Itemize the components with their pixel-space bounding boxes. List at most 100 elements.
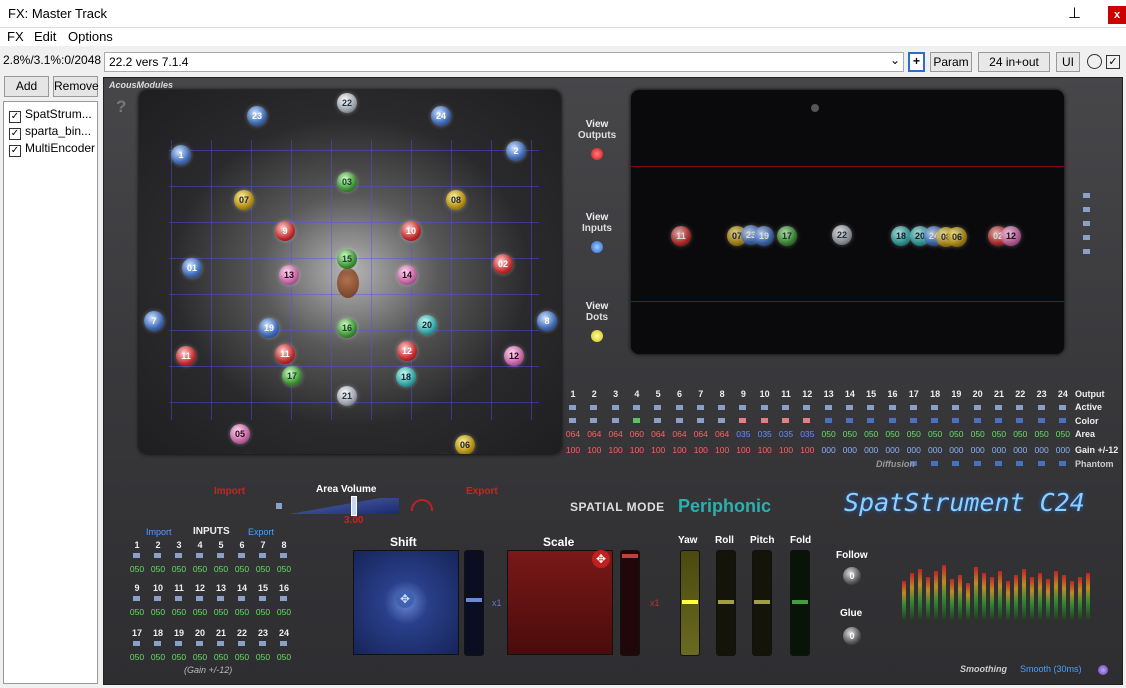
gain-value[interactable]: 100	[627, 445, 647, 455]
speaker-ball[interactable]: 1	[171, 145, 191, 165]
fx-item[interactable]: ✓ sparta_bin...	[9, 124, 97, 140]
phantom-toggle[interactable]	[1037, 461, 1045, 466]
area-value[interactable]: 064	[563, 429, 583, 439]
speaker-ball[interactable]: 17	[282, 366, 302, 386]
color-swatch[interactable]	[888, 418, 896, 423]
import-button[interactable]: Import	[214, 486, 245, 497]
enable-checkbox[interactable]: ✓	[9, 111, 21, 123]
color-swatch[interactable]	[909, 418, 917, 423]
area-value[interactable]: 050	[1053, 429, 1073, 439]
input-active-toggle[interactable]	[280, 641, 287, 646]
color-swatch[interactable]	[931, 418, 939, 423]
speaker-ball[interactable]: 22	[337, 93, 357, 113]
gain-value[interactable]: 100	[648, 445, 668, 455]
speaker-ball[interactable]: 16	[337, 318, 357, 338]
input-active-toggle[interactable]	[217, 596, 224, 601]
color-swatch[interactable]	[632, 418, 640, 423]
input-gain-value[interactable]: 050	[274, 564, 294, 574]
input-active-toggle[interactable]	[259, 596, 266, 601]
fx-item[interactable]: ✓ SpatStrum...	[9, 107, 97, 123]
speaker-ball[interactable]: 9	[275, 221, 295, 241]
input-active-toggle[interactable]	[238, 553, 245, 558]
input-active-toggle[interactable]	[196, 553, 203, 558]
active-toggle[interactable]	[760, 405, 768, 410]
input-active-toggle[interactable]	[196, 641, 203, 646]
active-toggle[interactable]	[675, 405, 683, 410]
speaker-ball[interactable]: 06	[947, 227, 967, 247]
speaker-ball[interactable]: 19	[259, 318, 279, 338]
speaker-ball[interactable]: 22	[832, 225, 852, 245]
input-gain-value[interactable]: 050	[169, 607, 189, 617]
yaw-handle[interactable]	[682, 600, 698, 604]
shift-fader[interactable]	[464, 550, 484, 656]
input-active-toggle[interactable]	[196, 596, 203, 601]
area-volume-handle[interactable]	[351, 496, 357, 516]
speaker-ball[interactable]: 21	[337, 386, 357, 406]
area-value[interactable]: 035	[755, 429, 775, 439]
color-swatch[interactable]	[782, 418, 789, 423]
active-toggle[interactable]	[1058, 405, 1066, 410]
add-preset-button[interactable]: +	[908, 52, 925, 72]
area-value[interactable]: 050	[946, 429, 966, 439]
glue-knob[interactable]: 0	[843, 627, 861, 645]
active-toggle[interactable]	[569, 405, 576, 410]
input-gain-value[interactable]: 050	[148, 652, 168, 662]
speaker-ball[interactable]: 07	[234, 190, 254, 210]
speaker-ball[interactable]: 02	[493, 254, 513, 274]
area-value[interactable]: 050	[861, 429, 881, 439]
input-gain-value[interactable]: 050	[190, 607, 210, 617]
color-swatch[interactable]	[569, 418, 576, 423]
speaker-ball[interactable]: 11	[176, 346, 196, 366]
color-swatch[interactable]	[867, 418, 875, 423]
gain-value[interactable]: 100	[691, 445, 711, 455]
side-view-panel[interactable]: 11 07 23 19 17 22 18 20 24 08 06 02 12	[631, 90, 1064, 354]
speaker-ball[interactable]: 7	[144, 311, 164, 331]
speaker-ball[interactable]: 14	[397, 265, 417, 285]
input-active-toggle[interactable]	[238, 596, 245, 601]
input-gain-value[interactable]: 050	[253, 564, 273, 574]
active-toggle[interactable]	[590, 405, 598, 410]
active-toggle[interactable]	[845, 405, 853, 410]
input-active-toggle[interactable]	[154, 596, 161, 601]
phantom-toggle[interactable]	[995, 461, 1002, 466]
input-active-toggle[interactable]	[280, 553, 287, 558]
active-toggle[interactable]	[1016, 405, 1024, 410]
input-gain-value[interactable]: 050	[232, 607, 252, 617]
bypass-checkbox[interactable]: ✓	[1106, 55, 1120, 69]
gain-value[interactable]: 100	[563, 445, 583, 455]
close-button[interactable]: x	[1108, 6, 1126, 24]
active-toggle[interactable]	[611, 405, 619, 410]
gain-value[interactable]: 000	[1053, 445, 1073, 455]
gain-value[interactable]: 100	[584, 445, 604, 455]
active-toggle[interactable]	[973, 405, 981, 410]
input-active-toggle[interactable]	[154, 641, 161, 646]
color-swatch[interactable]	[590, 418, 598, 423]
input-gain-value[interactable]: 050	[127, 564, 147, 574]
gain-value[interactable]: 000	[883, 445, 903, 455]
input-gain-value[interactable]: 050	[253, 607, 273, 617]
phantom-toggle[interactable]	[1016, 461, 1024, 466]
area-value[interactable]: 064	[606, 429, 626, 439]
gain-value[interactable]: 000	[946, 445, 966, 455]
fx-item[interactable]: ✓ MultiEncoder	[9, 141, 97, 157]
speaker-ball[interactable]: 8	[537, 311, 557, 331]
scale-fader-handle[interactable]	[622, 554, 638, 558]
gain-value[interactable]: 100	[755, 445, 775, 455]
active-toggle[interactable]	[888, 405, 896, 410]
color-swatch[interactable]	[611, 418, 619, 423]
smoothing-value[interactable]: Smooth (30ms)	[1020, 664, 1082, 674]
gain-value[interactable]: 000	[1010, 445, 1030, 455]
area-value[interactable]: 064	[712, 429, 732, 439]
enable-checkbox[interactable]: ✓	[9, 145, 21, 157]
color-swatch[interactable]	[952, 418, 960, 423]
input-gain-value[interactable]: 050	[190, 564, 210, 574]
speaker-ball[interactable]: 01	[182, 258, 202, 278]
menu-fx[interactable]: FX	[7, 29, 24, 44]
active-toggle[interactable]	[1037, 405, 1045, 410]
input-gain-value[interactable]: 050	[148, 607, 168, 617]
color-swatch[interactable]	[845, 418, 853, 423]
inputs-export-button[interactable]: Export	[248, 527, 274, 537]
color-swatch[interactable]	[654, 418, 662, 423]
param-button[interactable]: Param	[930, 52, 972, 72]
area-value[interactable]: 050	[1032, 429, 1052, 439]
